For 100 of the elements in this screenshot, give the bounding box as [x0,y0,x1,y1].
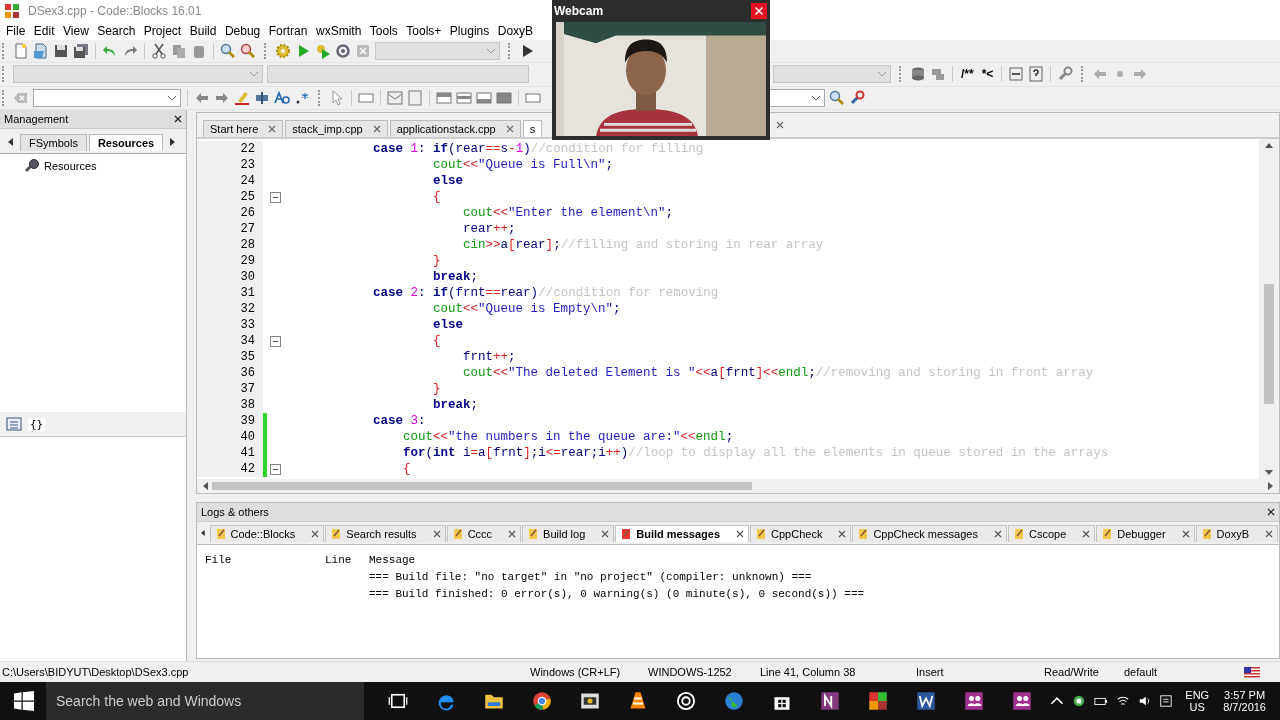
target-dropdown[interactable] [769,88,825,107]
log-tab[interactable]: CppCheck [750,524,852,542]
chrome-icon[interactable] [531,691,552,711]
clock-time[interactable]: 3:57 PM [1224,689,1266,701]
menu-item[interactable]: File [2,24,30,38]
search-box[interactable]: Search the web and Windows [46,682,364,720]
menu-item[interactable]: View [59,24,93,38]
fold-icon[interactable] [269,463,281,475]
help-icon[interactable] [1028,66,1045,83]
close-icon[interactable] [432,529,441,538]
menu-item[interactable]: Tools [365,24,402,38]
selection-icon[interactable] [254,89,270,106]
wrench-icon[interactable] [1057,66,1074,83]
notebook-icon[interactable] [819,691,840,711]
language-indicator[interactable]: US [1189,701,1205,713]
menu-item[interactable]: Debug [220,24,265,38]
image-icon[interactable] [387,89,403,106]
log-tab[interactable]: Build messages [615,524,750,542]
menu-item[interactable]: Build [185,24,221,38]
globe-icon[interactable] [723,691,744,711]
panel-tab[interactable]: Resources [88,133,164,151]
match-case-icon[interactable] [274,89,290,106]
layout-icon[interactable] [476,89,492,106]
menu-item[interactable]: DoxyB [493,24,538,38]
log-tab[interactable]: DoxyB [1195,524,1278,542]
language-indicator[interactable]: ENG [1185,689,1210,701]
menu-item[interactable]: Tools+ [402,24,446,38]
close-icon[interactable] [508,529,517,538]
database-icon[interactable] [910,66,926,83]
save-all-icon[interactable] [73,43,89,60]
scroll-up-icon[interactable] [1265,143,1273,148]
fold-icon[interactable] [269,191,281,203]
close-icon[interactable] [174,115,182,123]
log-tab[interactable]: Search results [325,524,446,542]
log-tab[interactable]: Code::Blocks [209,524,325,542]
close-icon[interactable] [601,529,610,538]
replace-icon[interactable] [240,43,256,60]
squares-icon[interactable] [867,691,888,711]
close-icon[interactable] [1265,529,1273,538]
column-header[interactable]: Line [325,553,369,566]
pencil-icon[interactable] [234,89,250,106]
traffic-cone-icon[interactable] [627,691,648,711]
scroll-thumb[interactable] [212,482,752,490]
editor-tab[interactable]: stack_imp.cpp [285,120,388,137]
search-field[interactable] [33,88,181,107]
document-icon[interactable] [915,691,936,711]
tree-item[interactable]: Resources [44,160,97,172]
log-tab[interactable]: Build log [522,524,615,542]
gear-run-icon[interactable] [315,43,331,60]
editor-tab[interactable]: applicationstack.cpp [389,120,521,137]
log-tab[interactable]: CppCheck messages [852,524,1007,542]
menu-item[interactable]: Project [139,24,186,38]
search-icon[interactable] [220,43,236,60]
document-icon[interactable] [1008,66,1025,83]
app-icon[interactable] [579,691,600,711]
close-icon[interactable] [838,529,847,538]
open-file-icon[interactable] [33,43,49,60]
column-header[interactable]: Message [369,553,1279,566]
layout-icon[interactable] [436,89,452,106]
scroll-left-icon[interactable] [203,482,208,490]
scroll-thumb[interactable] [1264,284,1274,404]
scroll-right-icon[interactable] [1268,482,1273,490]
close-icon[interactable] [1082,529,1091,538]
vertical-scrollbar[interactable] [1259,139,1279,479]
scroll-left-icon[interactable] [8,138,14,146]
comment-button[interactable]: /** [959,67,976,82]
close-icon[interactable] [1181,529,1190,538]
column-header[interactable]: File [197,553,325,566]
menu-item[interactable]: Search [93,24,140,38]
speaker-icon[interactable] [1137,694,1152,708]
close-icon[interactable] [1267,508,1275,516]
task-view-icon[interactable] [387,691,408,711]
clock-date[interactable]: 8/7/2016 [1223,701,1266,713]
notification-icon[interactable] [1159,694,1174,708]
save-icon[interactable] [53,43,69,60]
editor-tab[interactable]: Start here [203,120,284,137]
log-tab[interactable]: Cscope [1007,524,1096,542]
close-icon[interactable] [311,529,320,538]
wifi-icon[interactable] [1115,694,1130,708]
search-icon[interactable] [829,89,845,106]
layout-icon[interactable] [496,89,512,106]
comment-button[interactable]: *< [979,67,996,82]
close-button[interactable] [751,3,767,19]
menu-item[interactable]: Fortran [264,24,312,38]
scroll-left-icon[interactable] [201,529,206,537]
log-tab[interactable]: Cccc [446,524,522,542]
people-icon[interactable] [1011,691,1032,711]
windows-logo-icon[interactable] [14,691,34,711]
network-icon[interactable] [1071,694,1086,708]
menu-item[interactable]: wxSmith [311,24,366,38]
menu-item[interactable]: Edit [29,24,59,38]
symbol-button[interactable]: {} [28,417,46,431]
scroll-down-icon[interactable] [1265,470,1273,475]
fold-icon[interactable] [269,335,281,347]
menu-item[interactable]: Plugins [445,24,494,38]
log-tab[interactable]: Debugger [1096,524,1195,542]
close-icon[interactable] [736,529,745,538]
editor-tab[interactable]: s [522,120,543,137]
target-icon[interactable] [675,691,696,711]
rebuild-icon[interactable] [335,43,351,60]
